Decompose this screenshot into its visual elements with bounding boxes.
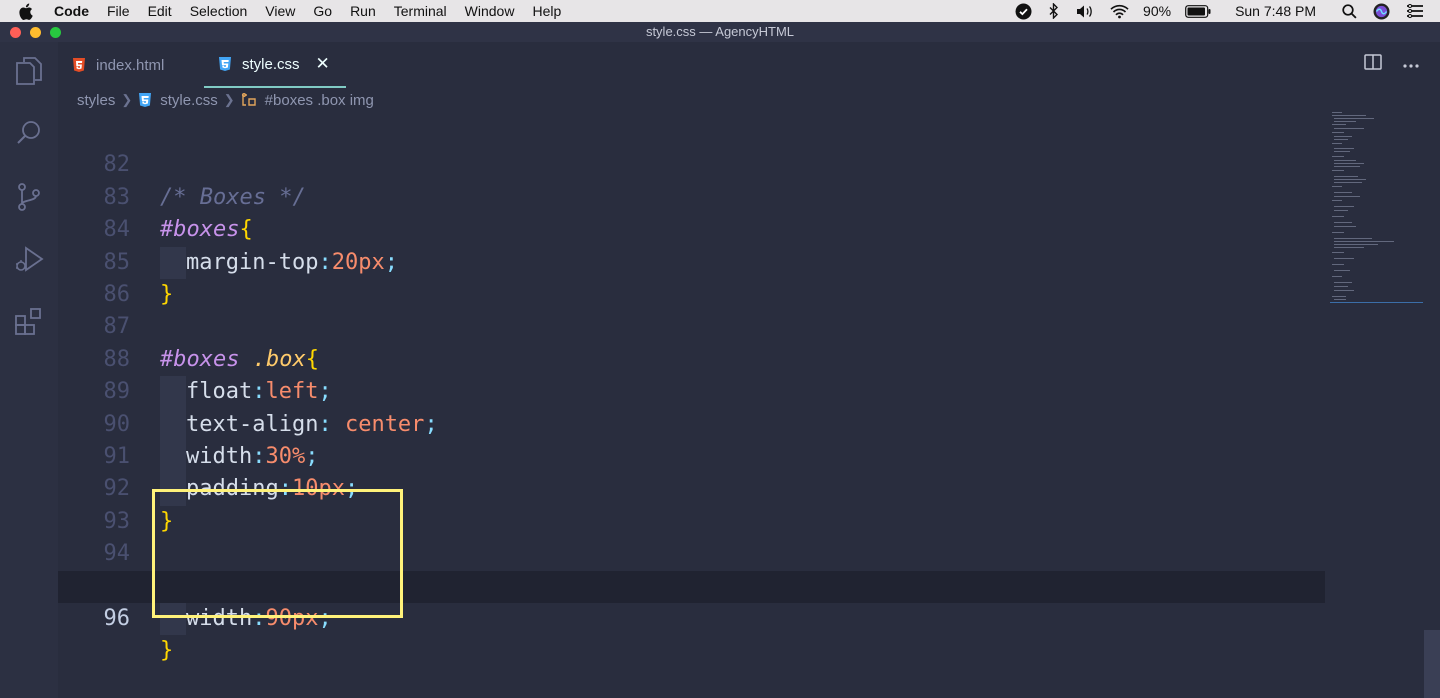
vertical-scrollbar[interactable]: [1424, 630, 1440, 698]
line-number: 96: [103, 606, 131, 631]
menu-help[interactable]: Help: [523, 0, 570, 22]
menu-edit[interactable]: Edit: [139, 0, 181, 22]
editor-tab-bar: index.html style.css ✕: [58, 42, 1440, 88]
code-editor[interactable]: 82 /* Boxes */ 83 #boxes{ 84 margin-top:…: [58, 117, 1440, 698]
css-file-icon: [218, 56, 232, 72]
code-line: 94 #boxes .box img{: [58, 506, 1325, 598]
activity-bar: [0, 42, 58, 698]
battery-percentage: 90%: [1143, 3, 1172, 19]
code-line: 91 padding:10px;: [58, 409, 1325, 506]
code-line: 93: [58, 473, 1325, 534]
code-line: 84 margin-top:20px;: [58, 182, 1325, 279]
editor-actions: [1364, 54, 1420, 75]
html-file-icon: [72, 57, 86, 73]
breadcrumb: styles ❯ style.css ❯ #boxes .box img: [58, 88, 374, 112]
menu-view[interactable]: View: [256, 0, 304, 22]
breadcrumb-file[interactable]: style.css: [160, 92, 218, 109]
macos-menu-bar: Code File Edit Selection View Go Run Ter…: [0, 0, 1440, 22]
control-center-icon[interactable]: [1406, 4, 1424, 18]
code-line: 89 text-align: center;: [58, 344, 1325, 441]
apple-menu-icon[interactable]: [18, 3, 44, 20]
window-maximize-button[interactable]: [50, 27, 61, 38]
menubar-status-area: 90% Sun 7:48 PM: [1007, 0, 1440, 22]
source-control-icon[interactable]: [0, 168, 58, 226]
code-line: 88 float:left;: [58, 311, 1325, 409]
menu-terminal[interactable]: Terminal: [385, 0, 456, 22]
breadcrumb-symbol[interactable]: #boxes .box img: [265, 92, 374, 109]
chevron-right-icon: ❯: [223, 92, 235, 107]
menu-app-code[interactable]: Code: [44, 0, 98, 22]
breadcrumb-folder[interactable]: styles: [77, 92, 115, 109]
code-line: 82 /* Boxes */: [58, 117, 1325, 209]
menu-file[interactable]: File: [98, 0, 139, 22]
spotlight-search-icon[interactable]: [1342, 3, 1357, 19]
run-debug-icon[interactable]: [0, 230, 58, 288]
css-file-icon: [138, 92, 152, 108]
menu-window[interactable]: Window: [456, 0, 524, 22]
code-line: 85 }: [58, 214, 1325, 307]
extensions-icon[interactable]: [0, 292, 58, 350]
symbol-ruleset-icon: [241, 93, 257, 107]
search-icon[interactable]: [0, 104, 58, 162]
menu-go[interactable]: Go: [304, 0, 341, 22]
indent-guide: [160, 603, 186, 636]
wifi-icon[interactable]: [1110, 4, 1129, 19]
colon: :: [252, 606, 266, 631]
checkmark-badge-icon[interactable]: [1015, 3, 1032, 20]
minimap[interactable]: [1330, 112, 1424, 304]
code-line: 95 width:90px;: [58, 538, 1325, 636]
explorer-icon[interactable]: [0, 42, 58, 100]
battery-icon[interactable]: [1185, 4, 1211, 18]
menu-run[interactable]: Run: [341, 0, 385, 22]
bluetooth-icon[interactable]: [1048, 3, 1060, 19]
window-close-button[interactable]: [10, 27, 21, 38]
css-value: 90px: [265, 606, 319, 631]
clock[interactable]: Sun 7:48 PM: [1235, 3, 1316, 19]
code-line: 87 #boxes .box{: [58, 279, 1325, 371]
code-line: 90 width:30%;: [58, 376, 1325, 474]
minimap-viewport-indicator: [1330, 302, 1423, 303]
close-tab-icon[interactable]: ✕: [316, 54, 330, 74]
brace: }: [160, 638, 174, 664]
window-title-bar: style.css — AgencyHTML: [0, 22, 1440, 42]
window-title: style.css — AgencyHTML: [645, 24, 795, 39]
menu-selection[interactable]: Selection: [181, 0, 257, 22]
window-minimize-button[interactable]: [30, 27, 41, 38]
code-line-current: 96 }: [58, 570, 1325, 663]
tab-label: style.css: [242, 55, 300, 73]
tab-index-html[interactable]: index.html: [58, 42, 204, 88]
more-actions-icon[interactable]: [1402, 56, 1420, 74]
code-line: 83 #boxes{: [58, 149, 1325, 242]
siri-icon[interactable]: [1373, 3, 1390, 20]
css-property: width: [186, 606, 253, 631]
semicolon: ;: [318, 606, 332, 631]
volume-icon[interactable]: [1076, 4, 1094, 19]
split-editor-icon[interactable]: [1364, 54, 1382, 75]
chevron-right-icon: ❯: [121, 92, 133, 107]
tab-label: index.html: [96, 56, 165, 74]
code-line: 86: [58, 247, 1325, 307]
tab-style-css[interactable]: style.css ✕: [204, 42, 346, 88]
code-line: 92 }: [58, 441, 1325, 533]
